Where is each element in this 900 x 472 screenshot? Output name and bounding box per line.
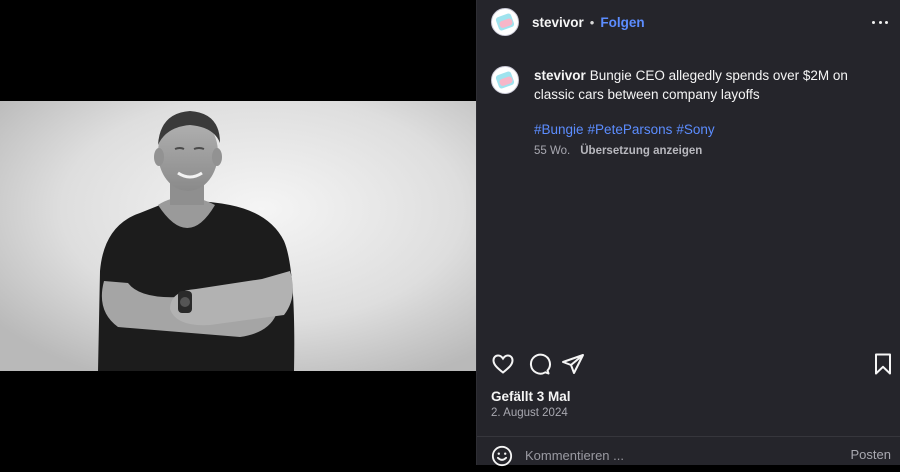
post-details-panel: stevivor • Folgen stevivor Bungie CEO all… (476, 0, 900, 467)
translate-button[interactable]: Übersetzung anzeigen (580, 145, 702, 157)
caption-body: stevivor Bungie CEO allegedly spends over… (534, 66, 874, 157)
paper-plane-icon[interactable] (561, 352, 585, 381)
caption-text-container: stevivor Bungie CEO allegedly spends over… (534, 66, 874, 104)
post-date: 2. August 2024 (491, 407, 568, 419)
hashtag-bungie[interactable]: #Bungie (534, 122, 584, 137)
stevivor-logo-icon (495, 71, 515, 89)
caption-avatar[interactable] (491, 66, 519, 94)
portrait-illustration (0, 101, 476, 371)
hashtags: #Bungie #PeteParsons #Sony (534, 122, 874, 137)
avatar[interactable] (491, 8, 519, 36)
caption-meta: 55 Wo. Übersetzung anzeigen (534, 145, 874, 157)
header-username[interactable]: stevivor (532, 15, 584, 30)
post-age: 55 Wo. (534, 145, 571, 157)
bookmark-icon[interactable] (871, 352, 895, 381)
follow-button[interactable]: Folgen (600, 15, 644, 30)
post-header: stevivor • Folgen (477, 0, 900, 44)
caption-username[interactable]: stevivor (534, 68, 586, 83)
post-comment-button[interactable]: Posten (851, 447, 891, 462)
separator-dot: • (589, 14, 595, 30)
more-horizontal-icon[interactable] (872, 14, 888, 30)
comment-bubble-icon[interactable] (527, 352, 551, 381)
post-photo[interactable] (0, 101, 476, 371)
hashtag-sony[interactable]: #Sony (676, 122, 714, 137)
emoji-smile-icon[interactable] (491, 445, 513, 472)
likes-count[interactable]: Gefällt 3 Mal (491, 389, 571, 404)
hashtag-peteparsons[interactable]: #PeteParsons (588, 122, 673, 137)
comment-bar: Posten (477, 436, 900, 467)
media-pane (0, 0, 476, 465)
caption-block: stevivor Bungie CEO allegedly spends over… (491, 66, 887, 157)
action-bar (491, 352, 895, 380)
stevivor-logo-icon (495, 13, 515, 31)
heart-icon[interactable] (491, 352, 515, 381)
post-viewer: stevivor • Folgen stevivor Bungie CEO all… (0, 0, 900, 467)
comment-input[interactable] (525, 446, 825, 464)
